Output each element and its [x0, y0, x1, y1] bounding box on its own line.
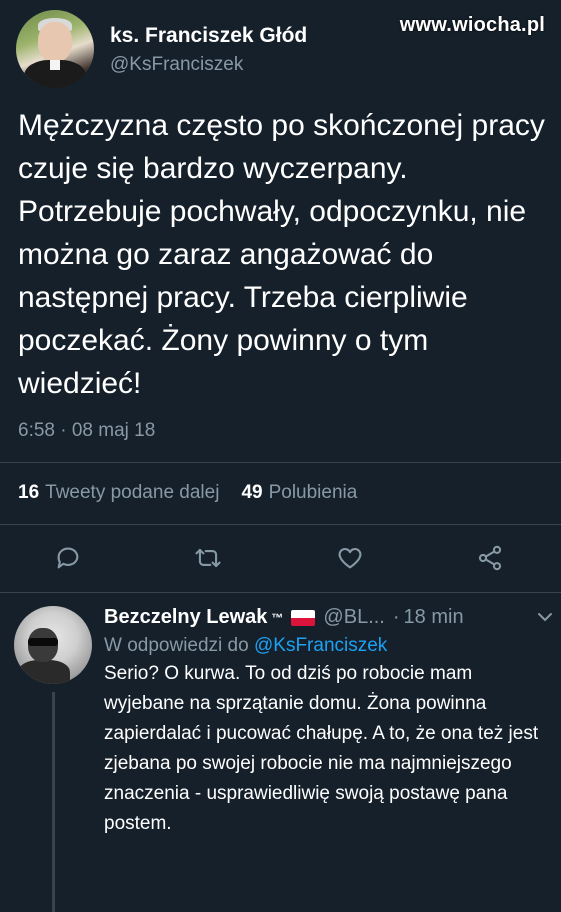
tweet-timestamp: 6:58 · 08 maj 18	[18, 420, 156, 441]
likes-count: 49	[241, 482, 263, 503]
reply-handle[interactable]: @BL...	[323, 606, 384, 629]
reply-body: Bezczelny Lewak ™ @BL... · 18 min W odpo…	[104, 606, 554, 839]
retweet-button[interactable]	[190, 540, 226, 576]
poland-flag-icon	[291, 609, 316, 626]
author-handle[interactable]: @KsFranciszek	[110, 54, 307, 76]
separator-dot: ·	[392, 606, 400, 628]
tweet-text: Mężczyzna często po skończonej pracy czu…	[18, 109, 545, 400]
divider	[0, 462, 561, 463]
reply-text: Serio? O kurwa. To od dziś po robocie ma…	[104, 663, 539, 834]
retweets-stat[interactable]: 16 Tweety podane dalej	[18, 482, 219, 504]
reply-icon	[57, 547, 79, 569]
chevron-down-icon[interactable]	[536, 610, 554, 624]
reply-display-name[interactable]: Bezczelny Lewak	[104, 606, 267, 629]
tweet-header: ks. Franciszek Głód @KsFranciszek	[16, 10, 307, 88]
divider	[0, 524, 561, 525]
share-icon	[478, 545, 502, 571]
tweet-actions	[0, 540, 561, 576]
retweet-icon	[195, 548, 221, 568]
likes-stat[interactable]: 49 Polubienia	[241, 482, 357, 504]
thread-line	[52, 692, 55, 912]
reply-tm-mark: ™	[271, 610, 284, 625]
share-button[interactable]	[472, 540, 508, 576]
reply-timestamp: 18 min	[403, 606, 464, 628]
divider	[0, 592, 561, 593]
retweets-label: Tweety podane dalej	[45, 482, 220, 503]
author-names: ks. Franciszek Głód @KsFranciszek	[110, 22, 307, 76]
likes-label: Polubienia	[268, 482, 358, 503]
reply-to-mention[interactable]: @KsFranciszek	[254, 635, 387, 656]
reply-author-avatar[interactable]	[14, 606, 92, 684]
watermark: www.wiocha.pl	[399, 14, 545, 36]
author-display-name[interactable]: ks. Franciszek Głód	[110, 24, 307, 48]
like-button[interactable]	[332, 540, 368, 576]
like-icon	[338, 547, 362, 569]
reply-to-line: W odpowiedzi do @KsFranciszek	[104, 635, 554, 657]
tweet-stats: 16 Tweety podane dalej 49 Polubienia	[18, 482, 379, 504]
author-avatar[interactable]	[16, 10, 94, 88]
reply-button[interactable]	[50, 540, 86, 576]
reply-to-prefix: W odpowiedzi do	[104, 635, 249, 656]
retweets-count: 16	[18, 482, 40, 503]
reply-header: Bezczelny Lewak ™ @BL... · 18 min	[104, 606, 554, 629]
